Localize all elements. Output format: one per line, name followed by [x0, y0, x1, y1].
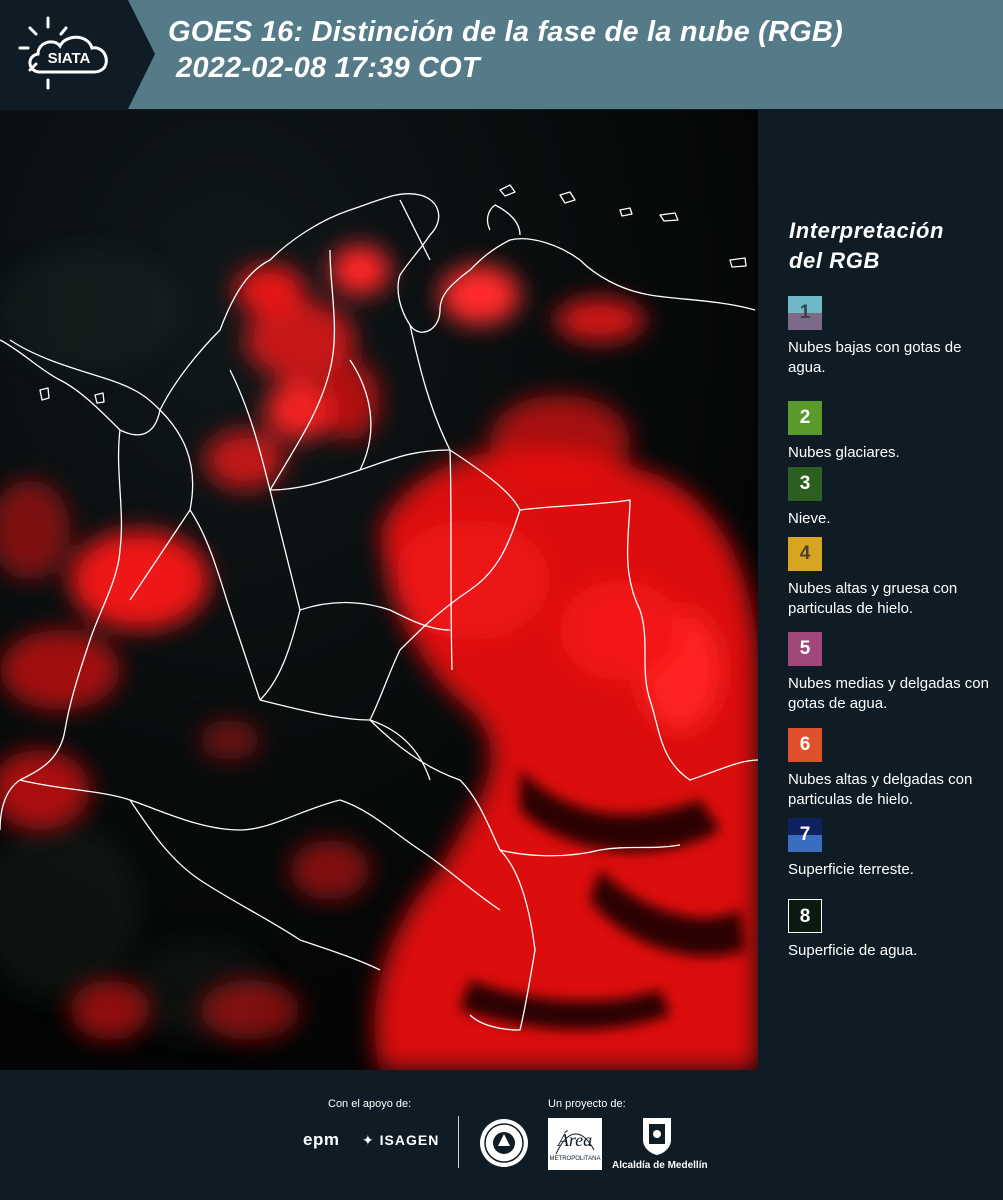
legend-text-2: Nubes glaciares.: [788, 444, 900, 461]
alcaldia-label: Alcaldía de Medellín: [612, 1160, 708, 1171]
title-line2: 2022-02-08 17:39 COT: [176, 52, 480, 84]
siata-logo[interactable]: SIATA: [0, 0, 155, 109]
legend-swatch-8: 8: [788, 899, 822, 933]
logo-text: SIATA: [48, 50, 91, 67]
legend-text-8: Superficie de agua.: [788, 942, 918, 959]
legend-text-6: Nubes altas y delgadas con particulas de…: [788, 771, 973, 808]
page-title: GOES 16: Distinción de la fase de la nub…: [168, 14, 998, 86]
title-line1: GOES 16: Distinción de la fase de la nub…: [168, 16, 843, 48]
header-bar: SIATA GOES 16: Distinción de la fase de …: [0, 0, 1003, 109]
epm-logo: epm: [303, 1130, 340, 1149]
legend-item-7: 7 Superficie terreste.: [788, 818, 1003, 880]
legend-panel: Interpretación del RGB 1 Nubes bajas con …: [760, 110, 1003, 1070]
legend-title: Interpretación del RGB: [789, 218, 945, 273]
legend-item-8: 8 Superficie de agua.: [788, 899, 1003, 961]
isagen-logo: ✦ ISAGEN: [362, 1132, 440, 1148]
area-metropolitana-logo: Área METROPOLITANA: [548, 1118, 602, 1170]
footer-divider: [458, 1116, 459, 1168]
legend-item-5: 5 Nubes medias y delgadas con gotas de ag…: [788, 632, 1003, 714]
legend-text-5: Nubes medias y delgadas con gotas de agu…: [788, 675, 989, 712]
legend-text-7: Superficie terreste.: [788, 861, 914, 878]
legend-text-1: Nubes bajas con gotas de agua.: [788, 339, 962, 376]
legend-item-4: 4 Nubes altas y gruesa con particulas de …: [788, 537, 1003, 619]
footer: Con el apoyo de: Un proyecto de: epm ✦ I…: [0, 1070, 1003, 1200]
legend-item-1: 1 Nubes bajas con gotas de agua.: [788, 296, 1003, 378]
svg-text:METROPOLITANA: METROPOLITANA: [550, 1156, 601, 1162]
legend-item-3: 3 Nieve.: [788, 467, 1003, 529]
ucaldas-seal-icon: [480, 1119, 528, 1167]
legend-item-2: 2 Nubes glaciares.: [788, 401, 1003, 463]
legend-swatch-5: 5: [788, 632, 822, 666]
medellin-shield-icon: [643, 1118, 671, 1155]
legend-swatch-2: 2: [788, 401, 822, 435]
legend-text-4: Nubes altas y gruesa con particulas de h…: [788, 580, 958, 617]
legend-swatch-1: 1: [788, 296, 822, 330]
legend-swatch-4: 4: [788, 537, 822, 571]
legend-item-6: 6 Nubes altas y delgadas con particulas d…: [788, 728, 1003, 810]
legend-swatch-6: 6: [788, 728, 822, 762]
legend-swatch-7: 7: [788, 818, 822, 852]
satellite-map[interactable]: [0, 110, 758, 1070]
legend-text-3: Nieve.: [788, 510, 831, 527]
project-label: Un proyecto de:: [548, 1098, 626, 1110]
legend-swatch-3: 3: [788, 467, 822, 501]
support-label: Con el apoyo de:: [328, 1098, 412, 1110]
isagen-icon: ✦: [362, 1132, 375, 1148]
